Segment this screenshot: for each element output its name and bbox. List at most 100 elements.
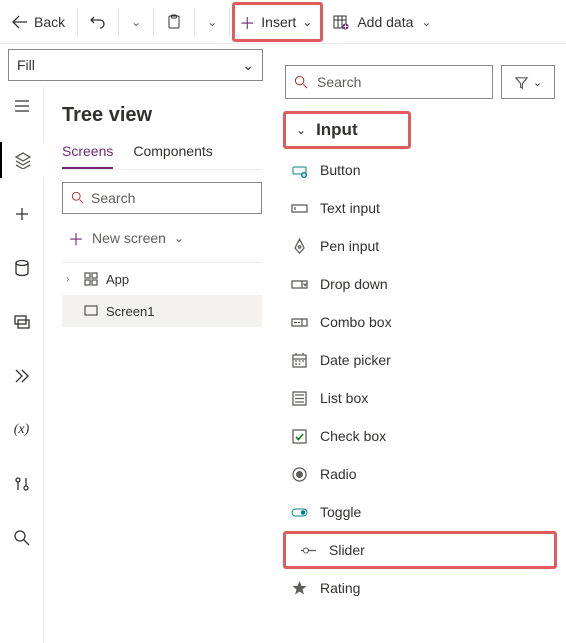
- divider: [118, 8, 119, 36]
- item-label: Combo box: [320, 314, 392, 330]
- insert-item-radio[interactable]: Radio: [277, 455, 563, 493]
- button-icon: [291, 162, 308, 179]
- rail-hamburger[interactable]: [0, 88, 44, 124]
- chevron-down-icon: ⌄: [131, 15, 141, 29]
- undo-button[interactable]: [80, 4, 116, 40]
- item-label: Date picker: [320, 352, 391, 368]
- top-toolbar: Back ⌄ ⌄ ＋ Insert ⌄ Add data ⌄: [0, 0, 566, 44]
- media-icon: [13, 313, 31, 331]
- add-data-label: Add data: [357, 14, 413, 30]
- arrow-left-icon: [12, 14, 28, 30]
- insert-item-button[interactable]: Button: [277, 151, 563, 189]
- rail-treeview[interactable]: [0, 142, 44, 178]
- insert-item-pen-input[interactable]: Pen input: [277, 227, 563, 265]
- insert-item-text-input[interactable]: Text input: [277, 189, 563, 227]
- plus-icon: [13, 205, 31, 223]
- left-rail: (x): [0, 86, 44, 643]
- insert-item-date-picker[interactable]: Date picker: [277, 341, 563, 379]
- tree-item-app[interactable]: › App: [62, 263, 262, 295]
- item-label: Rating: [320, 580, 360, 596]
- rail-media[interactable]: [0, 304, 44, 340]
- plus-icon: ＋: [239, 10, 255, 34]
- item-label: Pen input: [320, 238, 379, 254]
- insert-search-input[interactable]: Search: [285, 65, 493, 99]
- back-button[interactable]: Back: [2, 4, 75, 40]
- insert-button[interactable]: ＋ Insert ⌄: [232, 2, 323, 42]
- add-data-button[interactable]: Add data ⌄: [323, 4, 441, 40]
- insert-item-check-box[interactable]: Check box: [277, 417, 563, 455]
- item-label: Check box: [320, 428, 386, 444]
- tab-screens[interactable]: Screens: [62, 143, 113, 169]
- category-label: Input: [316, 120, 358, 140]
- insert-item-drop-down[interactable]: Drop down: [277, 265, 563, 303]
- paste-button[interactable]: [156, 4, 192, 40]
- rail-variables[interactable]: (x): [0, 412, 44, 448]
- insert-label: Insert: [261, 14, 296, 30]
- divider: [229, 8, 230, 36]
- flow-icon: [13, 367, 31, 385]
- paste-more-button[interactable]: ⌄: [197, 4, 227, 40]
- new-screen-button[interactable]: ＋ New screen ⌄: [62, 214, 262, 262]
- insert-filter-button[interactable]: ⌄: [501, 65, 555, 99]
- undo-icon: [90, 14, 106, 30]
- toggle-icon: [291, 504, 308, 521]
- checkbox-icon: [291, 428, 308, 445]
- insert-item-combo-box[interactable]: Combo box: [277, 303, 563, 341]
- star-icon: [291, 580, 308, 597]
- tree-search-input[interactable]: Search: [62, 182, 262, 214]
- item-label: Button: [320, 162, 360, 178]
- variable-icon: (x): [14, 422, 30, 438]
- layers-icon: [14, 151, 32, 169]
- radio-icon: [291, 466, 308, 483]
- app-icon: [84, 272, 98, 286]
- item-label: Radio: [320, 466, 357, 482]
- clipboard-icon: [166, 14, 182, 30]
- caret-icon: ›: [66, 274, 76, 285]
- tab-components[interactable]: Components: [133, 143, 212, 169]
- item-label: Toggle: [320, 504, 361, 520]
- tree-item-label: App: [106, 272, 129, 287]
- insert-search-placeholder: Search: [317, 74, 361, 90]
- item-label: List box: [320, 390, 368, 406]
- chevron-down-icon: ⌄: [174, 231, 184, 245]
- chevron-down-icon: ⌄: [421, 15, 431, 29]
- rail-power[interactable]: [0, 358, 44, 394]
- search-icon: [294, 75, 309, 90]
- rail-search[interactable]: [0, 520, 44, 556]
- text-input-icon: [291, 200, 308, 217]
- dropdown-icon: [291, 276, 308, 293]
- rail-tools[interactable]: [0, 466, 44, 502]
- filter-icon: [514, 75, 529, 90]
- chevron-down-icon: ⌄: [296, 123, 306, 137]
- property-label: Fill: [17, 57, 35, 73]
- chevron-down-icon: ⌄: [207, 15, 217, 29]
- item-label: Drop down: [320, 276, 388, 292]
- chevron-down-icon: ⌄: [302, 15, 312, 29]
- plus-icon: ＋: [68, 226, 84, 250]
- search-icon: [71, 191, 85, 205]
- insert-item-list-box[interactable]: List box: [277, 379, 563, 417]
- hamburger-icon: [13, 97, 31, 115]
- insert-item-rating[interactable]: Rating: [277, 569, 563, 607]
- tree-item-screen1[interactable]: Screen1: [62, 295, 262, 327]
- divider: [77, 8, 78, 36]
- calendar-icon: [291, 352, 308, 369]
- database-icon: [13, 259, 31, 277]
- slider-icon: [300, 542, 317, 559]
- insert-item-slider[interactable]: Slider: [283, 531, 557, 569]
- chevron-down-icon: ⌄: [242, 57, 254, 74]
- insert-panel: Search ⌄ ⌄ Input Button Text input Pen i…: [276, 54, 564, 608]
- property-dropdown[interactable]: Fill ⌄: [8, 49, 263, 81]
- new-screen-label: New screen: [92, 230, 166, 246]
- rail-insert[interactable]: [0, 196, 44, 232]
- undo-more-button[interactable]: ⌄: [121, 4, 151, 40]
- insert-item-toggle[interactable]: Toggle: [277, 493, 563, 531]
- rail-data[interactable]: [0, 250, 44, 286]
- item-label: Text input: [320, 200, 380, 216]
- insert-category-input[interactable]: ⌄ Input: [283, 111, 411, 149]
- listbox-icon: [291, 390, 308, 407]
- back-label: Back: [34, 14, 65, 30]
- tree-title: Tree view: [62, 104, 262, 127]
- item-label: Slider: [329, 542, 365, 558]
- screen-icon: [84, 304, 98, 318]
